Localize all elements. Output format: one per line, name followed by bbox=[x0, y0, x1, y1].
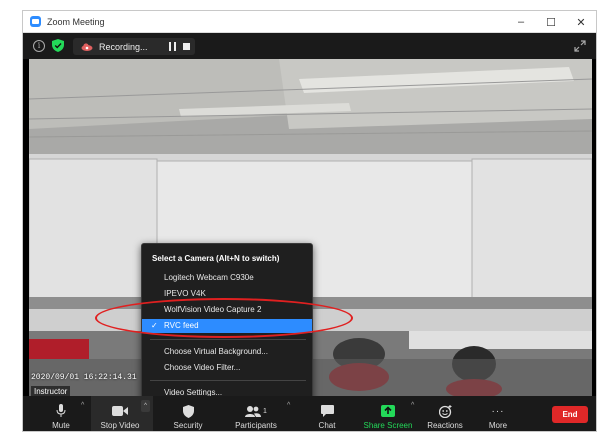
share-screen-button[interactable]: Share Screen bbox=[359, 396, 417, 431]
recording-label: Recording... bbox=[99, 41, 148, 52]
camera-option-ipevo[interactable]: IPEVO V4K bbox=[142, 287, 312, 301]
security-button[interactable]: Security bbox=[168, 396, 208, 431]
more-dots-icon: ··· bbox=[491, 405, 505, 417]
participants-button[interactable]: 1 Participants bbox=[231, 396, 281, 431]
share-screen-icon bbox=[381, 404, 395, 418]
fullscreen-icon[interactable] bbox=[574, 40, 586, 52]
stop-recording-icon[interactable] bbox=[183, 43, 190, 50]
audio-options-caret-icon[interactable]: ^ bbox=[81, 402, 84, 409]
chat-bubble-icon bbox=[320, 404, 334, 418]
meeting-top-bar: i Recording... bbox=[23, 33, 596, 59]
security-label: Security bbox=[173, 421, 203, 430]
zoom-window: Zoom Meeting – ☐ ✕ i Recording... 2020/0… bbox=[22, 10, 597, 432]
camera-menu-heading: Select a Camera (Alt+N to switch) bbox=[152, 254, 280, 263]
share-options-caret-icon[interactable]: ^ bbox=[411, 402, 414, 409]
encryption-shield-icon[interactable] bbox=[52, 39, 64, 52]
choose-video-filter-option[interactable]: Choose Video Filter... bbox=[142, 361, 312, 375]
share-screen-label: Share Screen bbox=[363, 421, 413, 430]
participants-options-caret-icon[interactable]: ^ bbox=[287, 402, 290, 409]
maximize-button[interactable]: ☐ bbox=[536, 11, 566, 33]
security-shield-icon bbox=[182, 404, 194, 418]
meeting-toolbar: Mute ^ Stop Video ^ Security 1 Participa… bbox=[23, 396, 596, 431]
camera-option-logitech[interactable]: Logitech Webcam C930e bbox=[142, 271, 312, 285]
video-camera-icon bbox=[112, 404, 128, 418]
more-button[interactable]: ··· More bbox=[479, 396, 517, 431]
participants-label: Participants bbox=[235, 421, 277, 430]
stop-video-label: Stop Video bbox=[100, 421, 140, 430]
window-title: Zoom Meeting bbox=[47, 16, 105, 27]
choose-virtual-background-option[interactable]: Choose Virtual Background... bbox=[142, 345, 312, 359]
pause-recording-icon[interactable] bbox=[169, 42, 176, 51]
menu-divider bbox=[150, 380, 306, 381]
camera-option-wolfvision[interactable]: WolfVision Video Capture 2 bbox=[142, 303, 312, 317]
window-controls: – ☐ ✕ bbox=[506, 11, 596, 33]
reactions-smiley-icon bbox=[438, 404, 452, 418]
chat-button[interactable]: Chat bbox=[307, 396, 347, 431]
info-icon[interactable]: i bbox=[33, 40, 45, 52]
menu-divider bbox=[150, 339, 306, 340]
reactions-label: Reactions bbox=[427, 421, 463, 430]
microphone-icon bbox=[56, 404, 66, 418]
video-timestamp: 2020/09/01 16:22:14.31 bbox=[31, 373, 137, 382]
close-button[interactable]: ✕ bbox=[566, 11, 596, 33]
video-options-caret-icon[interactable]: ^ bbox=[141, 400, 150, 412]
cloud-recording-icon bbox=[81, 42, 93, 51]
end-meeting-button[interactable]: End bbox=[552, 406, 588, 423]
title-bar: Zoom Meeting – ☐ ✕ bbox=[23, 11, 596, 33]
camera-option-label: RVC feed bbox=[164, 321, 199, 330]
mute-button[interactable]: Mute bbox=[41, 396, 81, 431]
zoom-app-icon bbox=[30, 16, 41, 27]
more-label: More bbox=[488, 421, 508, 430]
camera-select-menu: Select a Camera (Alt+N to switch) Logite… bbox=[141, 243, 313, 403]
participants-count: 1 bbox=[263, 407, 267, 415]
minimize-button[interactable]: – bbox=[506, 11, 536, 33]
camera-option-rvc-feed[interactable]: ✓ RVC feed bbox=[142, 319, 312, 333]
checkmark-icon: ✓ bbox=[151, 321, 158, 330]
recording-indicator: Recording... bbox=[73, 38, 195, 55]
participants-icon: 1 bbox=[245, 404, 267, 418]
mute-label: Mute bbox=[52, 421, 70, 430]
chat-label: Chat bbox=[318, 421, 336, 430]
reactions-button[interactable]: Reactions bbox=[423, 396, 467, 431]
stop-video-button[interactable]: Stop Video bbox=[95, 396, 145, 431]
